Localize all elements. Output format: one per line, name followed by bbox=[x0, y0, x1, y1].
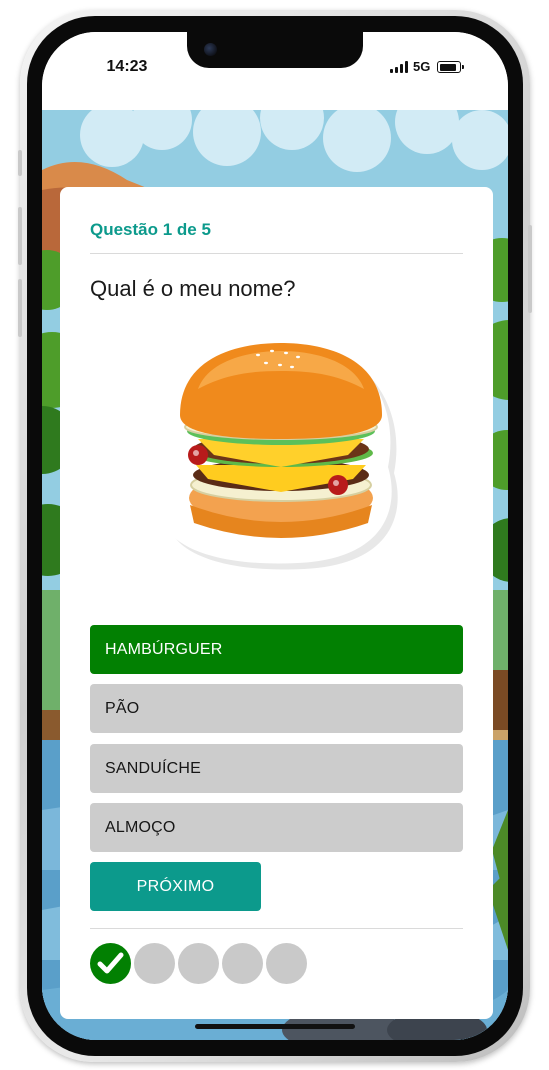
answer-option[interactable]: ALMOÇO bbox=[90, 803, 463, 852]
hamburger-image bbox=[157, 334, 398, 570]
network-type: 5G bbox=[413, 59, 431, 74]
question-text: Qual é o meu nome? bbox=[90, 276, 296, 301]
cellular-signal-icon bbox=[390, 61, 410, 73]
question-image bbox=[138, 327, 408, 577]
question-counter: Questão 1 de 5 bbox=[90, 220, 211, 239]
quiz-card: Questão 1 de 5 Qual é o meu nome? HAMBÚR… bbox=[60, 187, 493, 1019]
front-camera-icon bbox=[204, 43, 217, 56]
status-time: 14:23 bbox=[106, 58, 148, 75]
header-divider bbox=[90, 253, 463, 254]
progress-dot bbox=[178, 943, 219, 984]
answer-label: SANDUÍCHE bbox=[105, 760, 202, 777]
progress-dot bbox=[134, 943, 175, 984]
progress-dot bbox=[222, 943, 263, 984]
phone-frame: 14:23 5G Questão 1 de 5 Qual é o meu nom… bbox=[18, 10, 532, 1062]
power-button bbox=[528, 225, 532, 313]
footer-divider bbox=[90, 928, 463, 929]
battery-icon bbox=[437, 61, 464, 73]
answer-option[interactable]: PÃO bbox=[90, 684, 463, 733]
progress-dot-correct bbox=[90, 943, 131, 984]
notch bbox=[187, 32, 363, 68]
answer-label: PÃO bbox=[105, 700, 140, 717]
progress-indicator bbox=[90, 943, 340, 985]
answer-option-selected[interactable]: HAMBÚRGUER bbox=[90, 625, 463, 674]
progress-dot bbox=[266, 943, 307, 984]
answer-label: ALMOÇO bbox=[105, 819, 176, 836]
check-icon bbox=[97, 952, 124, 974]
phone-bezel: 14:23 5G Questão 1 de 5 Qual é o meu nom… bbox=[27, 16, 523, 1056]
volume-down-button bbox=[18, 279, 22, 337]
mute-switch bbox=[18, 150, 22, 176]
answer-label: HAMBÚRGUER bbox=[105, 641, 223, 658]
answer-option[interactable]: SANDUÍCHE bbox=[90, 744, 463, 793]
home-indicator bbox=[195, 1024, 355, 1029]
volume-up-button bbox=[18, 207, 22, 265]
next-button[interactable]: PRÓXIMO bbox=[90, 862, 261, 911]
phone-screen: 14:23 5G Questão 1 de 5 Qual é o meu nom… bbox=[42, 32, 508, 1040]
